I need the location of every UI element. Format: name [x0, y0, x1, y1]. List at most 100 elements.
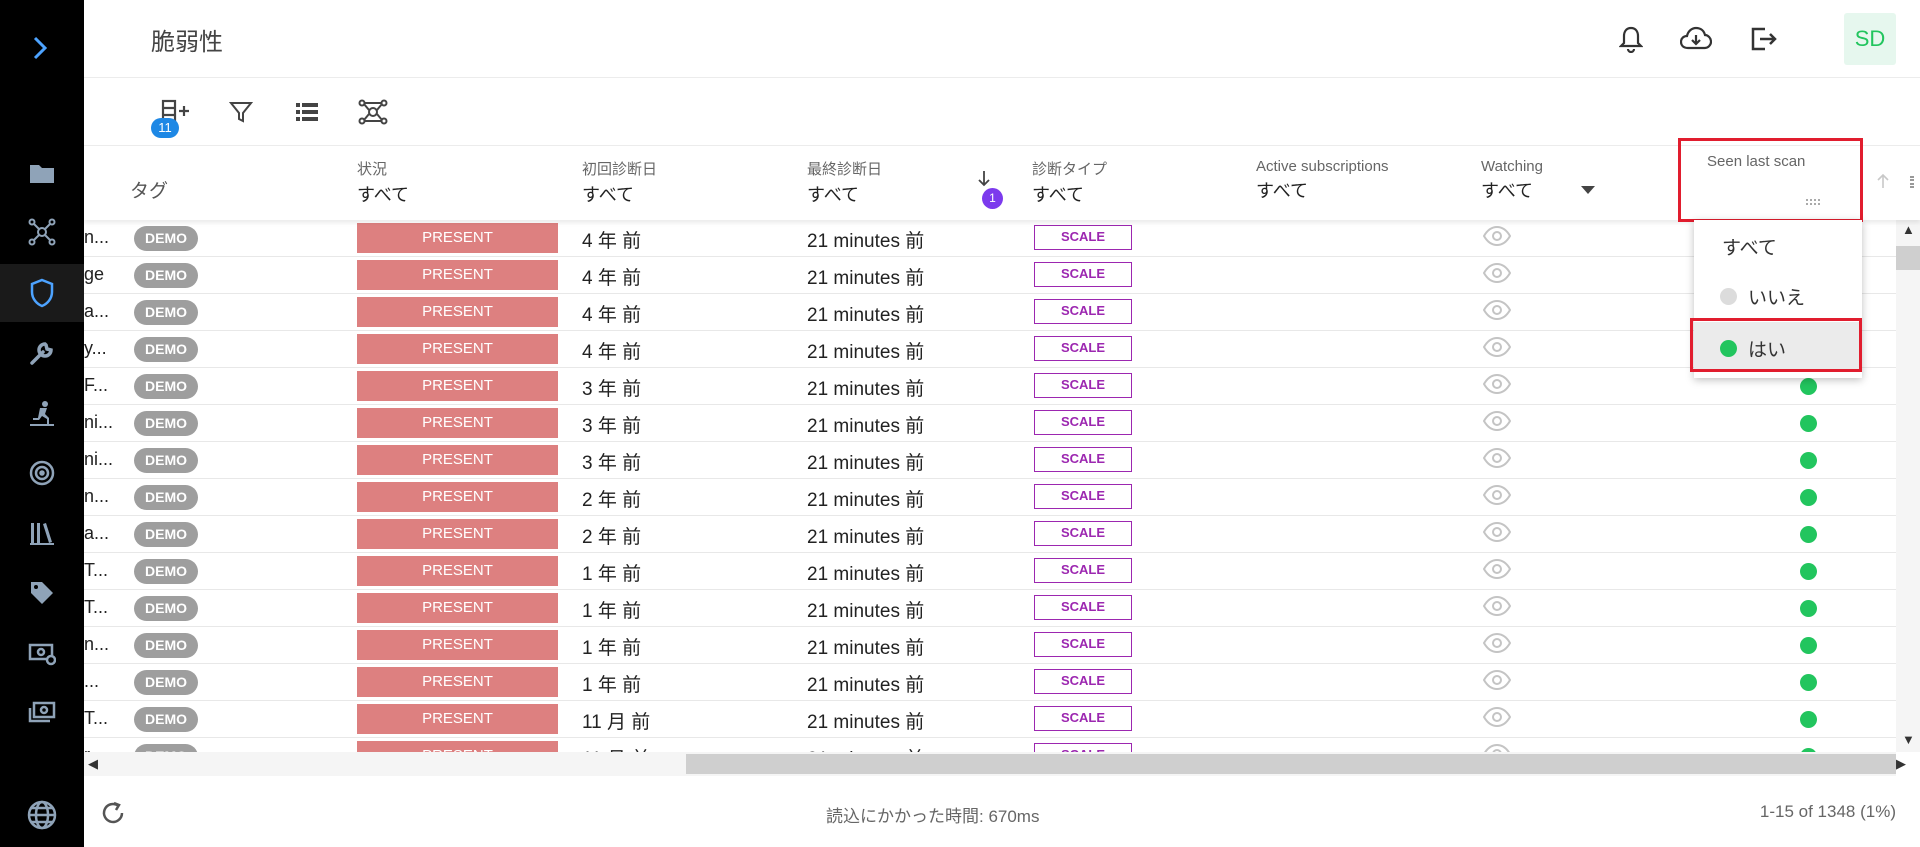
row-name[interactable]: a...: [84, 523, 109, 544]
scroll-left-icon[interactable]: ◀: [88, 756, 98, 772]
column-header-subscriptions[interactable]: Active subscriptions すべて: [1256, 152, 1389, 203]
dropdown-option-all[interactable]: すべて: [1694, 220, 1862, 270]
tag-chip[interactable]: DEMO: [134, 522, 198, 547]
row-name[interactable]: F...: [84, 375, 108, 396]
table-row[interactable]: y... DEMO PRESENT 4 年 前 21 minutes 前 SCALE: [84, 331, 1896, 368]
eye-icon[interactable]: [1482, 410, 1512, 436]
eye-icon[interactable]: [1482, 521, 1512, 547]
watching-filter[interactable]: すべて: [1481, 177, 1543, 203]
tag-chip[interactable]: DEMO: [134, 374, 198, 399]
table-row[interactable]: n... DEMO PRESENT 1 年 前 21 minutes 前 SCALE: [84, 627, 1896, 664]
column-header-status[interactable]: 状況 すべて: [357, 152, 409, 207]
table-row[interactable]: n... DEMO PRESENT 2 年 前 21 minutes 前 SCALE: [84, 479, 1896, 516]
eye-icon[interactable]: [1482, 373, 1512, 399]
avatar[interactable]: SD: [1844, 13, 1896, 65]
eye-icon[interactable]: [1482, 669, 1512, 695]
eye-icon[interactable]: [1482, 299, 1512, 325]
table-row[interactable]: F... DEMO PRESENT 3 年 前 21 minutes 前 SCALE: [84, 368, 1896, 405]
list-icon[interactable]: [289, 94, 325, 130]
row-name[interactable]: T...: [84, 597, 108, 618]
graph-icon[interactable]: [355, 94, 391, 130]
table-row[interactable]: r... DEMO PRESENT 11 月 前 21 minutes 前 SCALE: [84, 738, 1896, 752]
table-row[interactable]: ge DEMO PRESENT 4 年 前 21 minutes 前 SCALE: [84, 257, 1896, 294]
globe-icon[interactable]: [0, 786, 84, 844]
scroll-up-icon[interactable]: ▲: [1902, 222, 1915, 237]
table-row[interactable]: T... DEMO PRESENT 1 年 前 21 minutes 前 SCALE: [84, 553, 1896, 590]
eye-icon[interactable]: [1482, 262, 1512, 288]
row-name[interactable]: n...: [84, 486, 109, 507]
row-name[interactable]: r...: [84, 745, 104, 752]
horizontal-scroll-thumb[interactable]: [686, 754, 1896, 774]
row-name[interactable]: n...: [84, 227, 109, 248]
table-row[interactable]: a... DEMO PRESENT 2 年 前 21 minutes 前 SCALE: [84, 516, 1896, 553]
type-filter[interactable]: すべて: [1032, 181, 1107, 207]
tag-chip[interactable]: DEMO: [134, 448, 198, 473]
cloud-download-icon[interactable]: [1679, 22, 1713, 56]
table-row[interactable]: a... DEMO PRESENT 4 年 前 21 minutes 前 SCALE: [84, 294, 1896, 331]
horizontal-scrollbar[interactable]: ◀ ▶: [84, 752, 1906, 776]
table-row[interactable]: ni... DEMO PRESENT 3 年 前 21 minutes 前 SCALE: [84, 405, 1896, 442]
tag-chip[interactable]: DEMO: [134, 337, 198, 362]
row-name[interactable]: y...: [84, 338, 107, 359]
vertical-scrollbar[interactable]: ▲ ▼: [1896, 220, 1920, 752]
money-settings-icon[interactable]: [0, 624, 84, 682]
row-name[interactable]: ni...: [84, 449, 113, 470]
last-seen-filter[interactable]: すべて: [807, 181, 882, 207]
table-row[interactable]: T... DEMO PRESENT 1 年 前 21 minutes 前 SCALE: [84, 590, 1896, 627]
table-row[interactable]: T... DEMO PRESENT 11 月 前 21 minutes 前 SCALE: [84, 701, 1896, 738]
column-menu-handle-icon[interactable]: [1910, 176, 1914, 188]
tag-chip[interactable]: DEMO: [134, 596, 198, 621]
network-icon[interactable]: [0, 203, 84, 261]
first-seen-filter[interactable]: すべて: [582, 181, 657, 207]
surfer-icon[interactable]: [0, 384, 84, 442]
shield-icon[interactable]: [0, 264, 84, 322]
payments-icon[interactable]: [0, 684, 84, 742]
tag-chip[interactable]: DEMO: [134, 485, 198, 510]
refresh-icon[interactable]: [100, 800, 126, 831]
sort-ascending-icon[interactable]: [1876, 173, 1890, 194]
dropdown-option-no[interactable]: いいえ: [1694, 270, 1862, 320]
scroll-right-icon[interactable]: ▶: [1896, 756, 1906, 772]
column-header-first-seen[interactable]: 初回診断日 すべて: [582, 152, 657, 207]
eye-icon[interactable]: [1482, 558, 1512, 584]
eye-icon[interactable]: [1482, 225, 1512, 251]
tag-chip[interactable]: DEMO: [134, 226, 198, 251]
subscriptions-filter[interactable]: すべて: [1256, 177, 1389, 203]
eye-icon[interactable]: [1482, 632, 1512, 658]
target-icon[interactable]: [0, 444, 84, 502]
filter-icon[interactable]: [223, 94, 259, 130]
tag-chip[interactable]: DEMO: [134, 411, 198, 436]
scroll-down-icon[interactable]: ▼: [1902, 732, 1915, 747]
tag-chip[interactable]: DEMO: [134, 300, 198, 325]
status-filter[interactable]: すべて: [357, 181, 409, 207]
table-row[interactable]: n... DEMO PRESENT 4 年 前 21 minutes 前 SCALE: [84, 220, 1896, 257]
row-name[interactable]: T...: [84, 708, 108, 729]
eye-icon[interactable]: [1483, 743, 1511, 752]
tag-chip[interactable]: DEMO: [134, 707, 198, 732]
row-name[interactable]: T...: [84, 560, 108, 581]
wrench-icon[interactable]: [0, 324, 84, 382]
table-row[interactable]: ... DEMO PRESENT 1 年 前 21 minutes 前 SCALE: [84, 664, 1896, 701]
table-row[interactable]: ni... DEMO PRESENT 3 年 前 21 minutes 前 SCALE: [84, 442, 1896, 479]
bell-icon[interactable]: [1614, 22, 1648, 56]
eye-icon[interactable]: [1482, 706, 1512, 732]
column-header-watching[interactable]: Watching すべて: [1481, 152, 1543, 203]
library-icon[interactable]: [0, 504, 84, 562]
expand-sidebar-icon[interactable]: [26, 30, 54, 66]
tag-chip[interactable]: DEMO: [134, 744, 198, 752]
column-header-type[interactable]: 診断タイプ すべて: [1032, 152, 1107, 207]
tag-chip[interactable]: DEMO: [134, 559, 198, 584]
eye-icon[interactable]: [1482, 484, 1512, 510]
watching-dropdown-icon[interactable]: [1580, 182, 1596, 200]
row-name[interactable]: ni...: [84, 412, 113, 433]
vertical-scroll-thumb[interactable]: [1896, 246, 1920, 270]
tag-chip[interactable]: DEMO: [134, 670, 198, 695]
column-header-seen-last-scan[interactable]: Seen last scan: [1678, 138, 1863, 222]
folder-icon[interactable]: [0, 144, 84, 202]
row-name[interactable]: n...: [84, 634, 109, 655]
logout-icon[interactable]: [1746, 22, 1780, 56]
row-name[interactable]: a...: [84, 301, 109, 322]
resize-handle-icon[interactable]: [1806, 199, 1820, 205]
column-header-last-seen[interactable]: 最終診断日 すべて: [807, 152, 882, 207]
column-header-tag[interactable]: タグ: [130, 176, 168, 203]
